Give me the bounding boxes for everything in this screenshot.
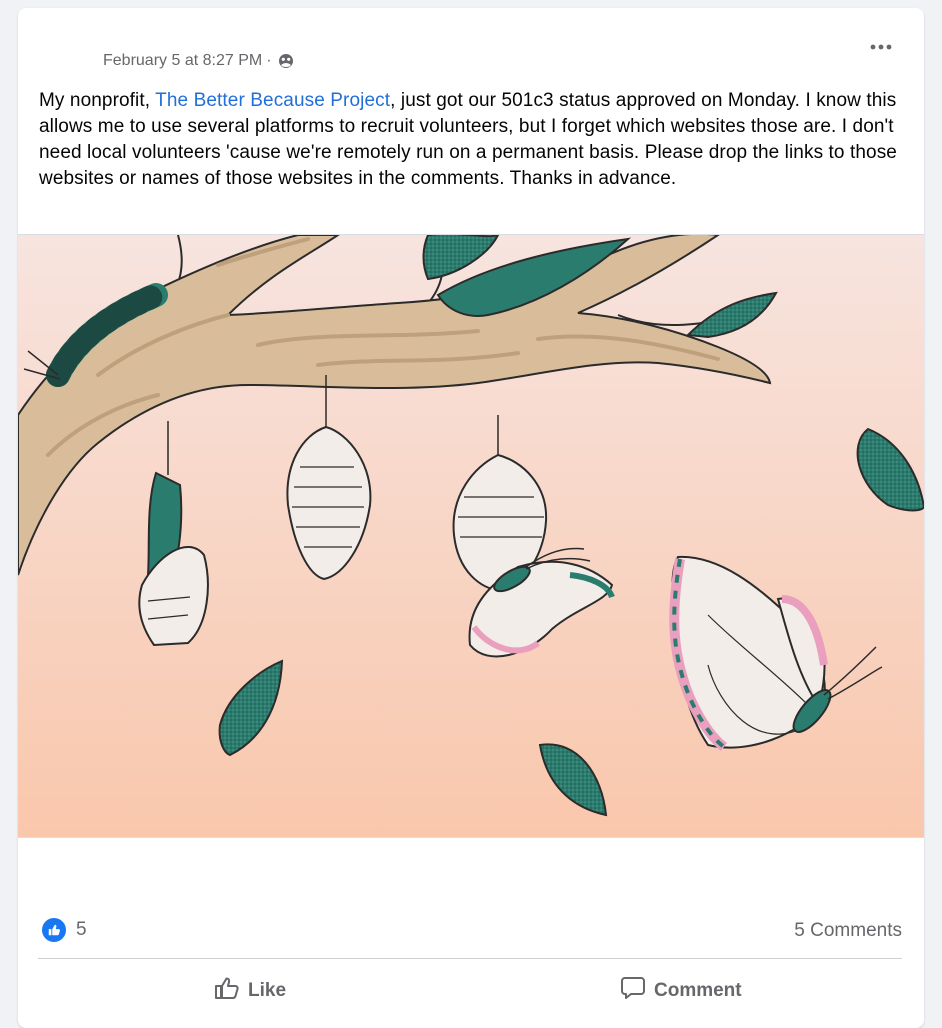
thumbs-up-icon bbox=[214, 976, 240, 1006]
butterfly-illustration bbox=[18, 235, 924, 837]
like-count: 5 bbox=[76, 919, 87, 940]
post-image[interactable] bbox=[18, 234, 924, 838]
post-text: My nonprofit, The Better Because Project… bbox=[39, 88, 909, 192]
post-timestamp[interactable]: February 5 at 8:27 PM bbox=[103, 52, 262, 70]
comment-label: Comment bbox=[654, 980, 742, 1001]
action-divider bbox=[38, 958, 902, 959]
more-options-icon[interactable] bbox=[866, 34, 896, 60]
like-reaction-icon bbox=[42, 918, 66, 942]
post-card: February 5 at 8:27 PM · My nonprofit, Th… bbox=[18, 8, 924, 1028]
meta-separator: · bbox=[266, 52, 272, 69]
post-text-before-link: My nonprofit, bbox=[39, 90, 156, 111]
post-meta: February 5 at 8:27 PM · bbox=[103, 52, 294, 70]
comment-bubble-icon bbox=[620, 975, 646, 1007]
globe-icon[interactable] bbox=[278, 53, 294, 69]
like-label: Like bbox=[248, 980, 287, 1001]
comment-button[interactable]: Comment bbox=[620, 974, 742, 1008]
like-button[interactable]: Like bbox=[214, 974, 286, 1008]
comments-count[interactable]: 5 Comments bbox=[794, 920, 902, 942]
reactions-summary[interactable]: 5 bbox=[42, 918, 87, 942]
organization-link[interactable]: The Better Because Project bbox=[155, 90, 390, 111]
